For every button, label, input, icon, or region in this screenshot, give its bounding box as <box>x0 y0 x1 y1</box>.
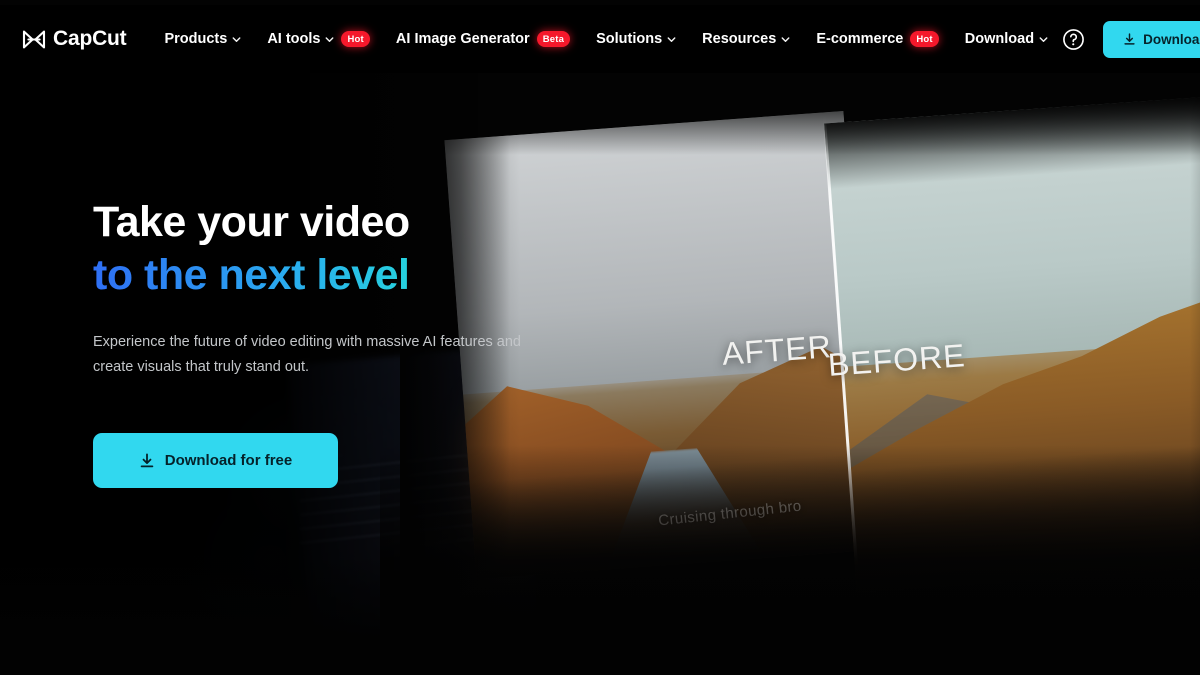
nav-label-products: Products <box>164 31 228 47</box>
brand-logo[interactable]: CapCut <box>22 27 127 51</box>
hero-subcopy: Experience the future of video editing w… <box>93 333 521 376</box>
nav-item-ai-tools[interactable]: AI tools Hot <box>267 31 370 47</box>
chevron-down-icon <box>667 36 676 42</box>
chevron-down-icon <box>1039 36 1048 42</box>
nav-download-button-label: Download <box>1143 31 1200 47</box>
capcut-landing-page: AFTER BEFORE Cruising through bro CapCut… <box>0 0 1200 675</box>
nav-right-actions: Download <box>1062 20 1200 58</box>
download-for-free-label: Download for free <box>164 452 293 470</box>
badge-hot-e-commerce: Hot <box>910 31 939 47</box>
question-mark-circle-icon[interactable] <box>1062 28 1085 51</box>
nav-label-solutions: Solutions <box>596 31 663 47</box>
top-navigation-bar: CapCut Products AI tools Hot AI Image Ge… <box>0 5 1200 73</box>
badge-beta: Beta <box>536 31 571 47</box>
capcut-bowtie-logo-icon <box>22 30 46 48</box>
chevron-down-icon <box>232 36 241 42</box>
nav-label-download: Download <box>964 31 1035 47</box>
nav-item-resources[interactable]: Resources <box>702 31 790 47</box>
badge-hot-ai-tools: Hot <box>341 31 370 47</box>
download-for-free-button[interactable]: Download for free <box>93 433 338 489</box>
nav-item-download[interactable]: Download <box>965 31 1048 47</box>
nav-label-e-commerce: E-commerce <box>816 31 904 47</box>
download-icon <box>140 453 154 468</box>
nav-item-ai-image-generator[interactable]: AI Image Generator Beta <box>395 31 571 47</box>
nav-label-resources: Resources <box>702 31 777 47</box>
nav-label-ai-image-generator: AI Image Generator <box>395 31 530 47</box>
after-label: AFTER <box>720 328 834 372</box>
nav-item-solutions[interactable]: Solutions <box>596 31 676 47</box>
brand-name: CapCut <box>53 27 127 50</box>
nav-download-button[interactable]: Download <box>1103 20 1200 58</box>
hero-headline: Take your video to the next level <box>93 196 563 303</box>
chevron-down-icon <box>781 36 790 42</box>
nav-item-products[interactable]: Products <box>164 31 241 47</box>
hero-headline-line2: to the next level <box>93 249 563 302</box>
nav-label-ai-tools: AI tools <box>267 31 321 47</box>
hero-headline-line1: Take your video <box>93 198 410 246</box>
nav-items: Products AI tools Hot AI Image Generator… <box>164 31 1048 47</box>
download-icon <box>1124 32 1135 45</box>
nav-item-e-commerce[interactable]: E-commerce Hot <box>816 31 939 47</box>
hero-content: Take your video to the next level Experi… <box>93 196 563 489</box>
chevron-down-icon <box>326 36 334 42</box>
